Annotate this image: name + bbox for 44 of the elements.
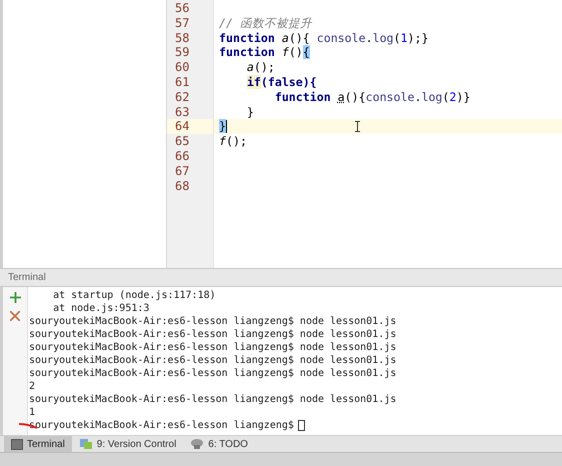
terminal-line: souryoutekiMacBook-Air:es6-lesson liangzeng$ node lesson01.js [29,315,396,328]
line-number: 61 [175,74,190,89]
line-number: 68 [175,178,190,193]
tool-window-tab[interactable]: Terminal [4,436,72,452]
line-number: 65 [175,134,190,148]
line-number: 63 [175,104,190,119]
terminal-line: souryoutekiMacBook-Air:es6-lesson liangzeng$ node lesson01.js [29,328,396,341]
terminal-cursor [298,420,305,431]
tool-window-tab[interactable]: 6: TODO [183,436,255,452]
line-number: 59 [175,45,190,60]
line-number: 66 [175,148,190,163]
terminal-line: souryoutekiMacBook-Air:es6-lesson liangzeng$ node lesson01.js [29,367,396,380]
code-line: function a(){console.log(2)} [274,90,470,105]
close-icon[interactable] [10,311,20,321]
line-number: 64 [175,119,190,134]
terminal-line: souryoutekiMacBook-Air:es6-lesson liangzeng$ node lesson01.js [29,341,396,354]
terminal-line: at startup (node.js:117:18) [52,289,216,302]
version-control-icon [78,438,93,450]
line-number: 58 [175,30,190,45]
tool-window-tab[interactable]: 9: Version Control [72,436,184,452]
i-beam-cursor-icon [354,121,360,132]
terminal-prompt: souryoutekiMacBook-Air:es6-lesson liangzeng$ [29,419,294,432]
text-cursor [226,120,227,134]
line-number: 67 [175,164,190,178]
terminal-icon [11,438,23,450]
code-line: a(); [246,60,275,75]
code-line: function f(){ [219,45,310,60]
terminal-line: 2 [29,380,36,393]
line-number: 56 [175,1,190,15]
line-number: 60 [175,60,190,74]
code-line: function a(){ console.log(1);} [219,30,428,46]
code-line: // 函数不被提升 [219,16,312,31]
code-line: } [246,104,254,120]
add-icon[interactable] [10,292,20,303]
code-line: if(false){ [246,74,317,90]
terminal-line: souryoutekiMacBook-Air:es6-lesson liangzeng$ node lesson01.js [29,354,396,367]
line-number: 62 [175,90,190,104]
code-line: f(); [219,134,247,149]
terminal-line: 1 [29,406,36,419]
terminal-line: at node.js:951:3 [52,302,150,315]
line-number: 57 [175,16,190,30]
todo-icon [190,438,204,450]
terminal-line: souryoutekiMacBook-Air:es6-lesson liangzeng$ node lesson01.js [29,393,396,406]
panel-title: Terminal [8,271,46,285]
